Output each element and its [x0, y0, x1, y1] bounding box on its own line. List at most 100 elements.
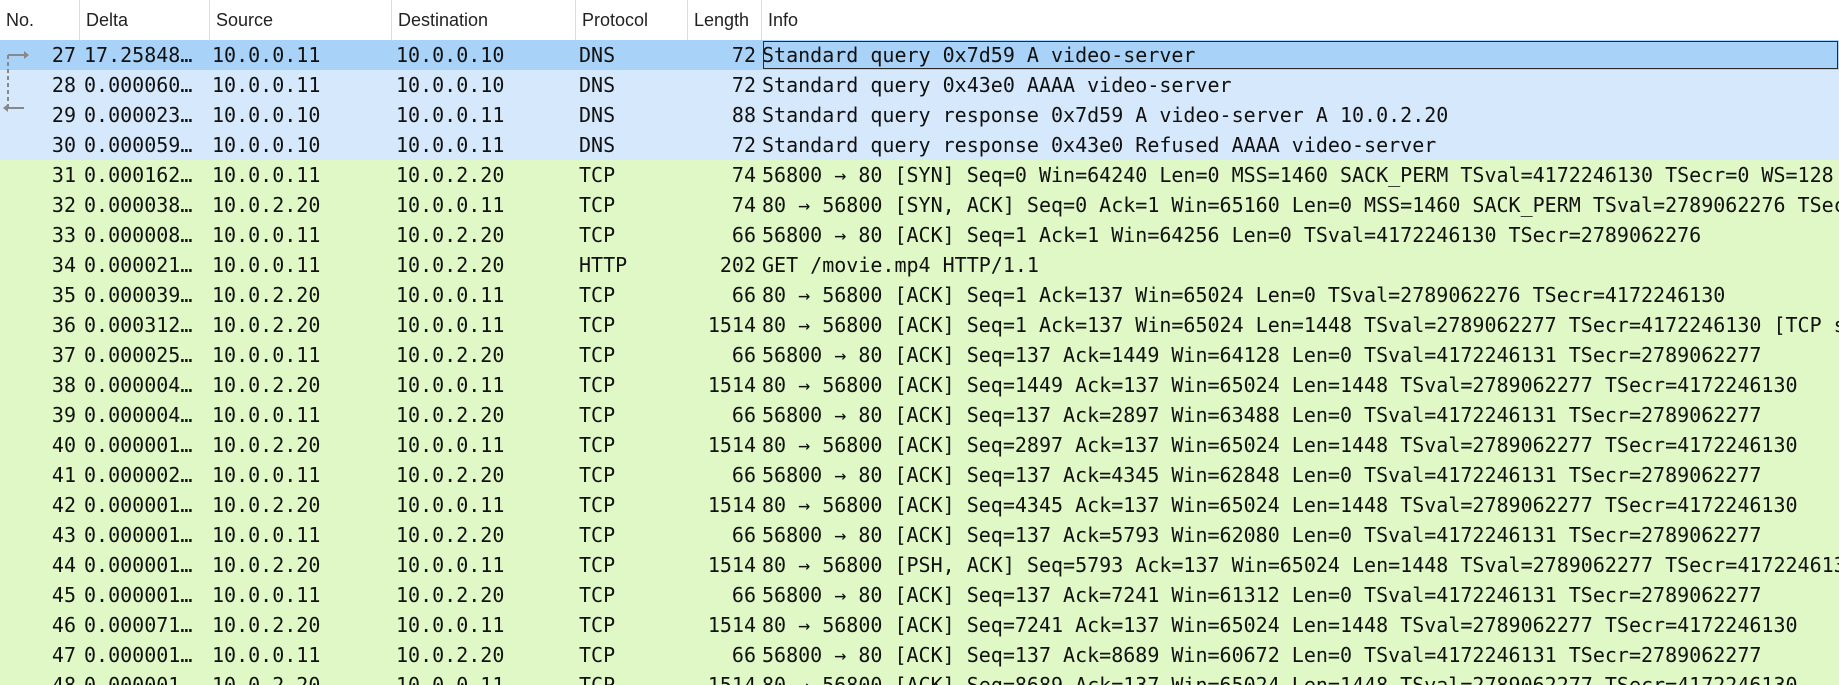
packet-source: 10.0.0.11 [212, 583, 321, 607]
packet-source: 10.0.2.20 [212, 193, 321, 217]
packet-length: 72 [731, 73, 756, 97]
column-header-protocol[interactable]: Protocol [576, 0, 688, 40]
packet-delta-time: 0.000071… [84, 613, 193, 637]
packet-info: 56800 → 80 [ACK] Seq=137 Ack=1449 Win=64… [762, 343, 1762, 367]
packet-destination: 10.0.2.20 [396, 583, 505, 607]
packet-destination: 10.0.2.20 [396, 253, 505, 277]
packet-row[interactable]: 41 0.000002… 10.0.0.11 10.0.2.20 TCP 66 56800 … [0, 460, 1839, 490]
packet-row[interactable]: 33 0.000008… 10.0.0.11 10.0.2.20 TCP 66 56800 … [0, 220, 1839, 250]
packet-row[interactable]: 39 0.000004… 10.0.0.11 10.0.2.20 TCP 66 56800 … [0, 400, 1839, 430]
packet-row[interactable]: 27 17.25848… 10.0.0.11 10.0.0.10 DNS 72 Standa… [0, 40, 1839, 70]
packet-row[interactable]: 43 0.000001… 10.0.0.11 10.0.2.20 TCP 66 56800 … [0, 520, 1839, 550]
packet-row[interactable]: 44 0.000001… 10.0.2.20 10.0.0.11 TCP 1514 80 →… [0, 550, 1839, 580]
packet-source: 10.0.0.10 [212, 103, 321, 127]
packet-source: 10.0.2.20 [212, 493, 321, 517]
packet-destination: 10.0.2.20 [396, 463, 505, 487]
packet-row[interactable]: 40 0.000001… 10.0.2.20 10.0.0.11 TCP 1514 80 →… [0, 430, 1839, 460]
packet-row[interactable]: 46 0.000071… 10.0.2.20 10.0.0.11 TCP 1514 80 →… [0, 610, 1839, 640]
packet-rows: 27 17.25848… 10.0.0.11 10.0.0.10 DNS 72 Standa… [0, 40, 1839, 685]
packet-delta-time: 0.000004… [84, 373, 193, 397]
column-header-length[interactable]: Length [688, 0, 762, 40]
packet-number: 44 [51, 553, 76, 577]
packet-source: 10.0.2.20 [212, 373, 321, 397]
packet-protocol: TCP [579, 493, 616, 517]
packet-length: 74 [731, 163, 756, 187]
packet-delta-time: 0.000039… [84, 283, 193, 307]
packet-info: Standard query 0x7d59 A video-server [762, 40, 1839, 70]
packet-protocol: TCP [579, 163, 616, 187]
packet-protocol: DNS [579, 43, 616, 67]
packet-row[interactable]: 34 0.000021… 10.0.0.11 10.0.2.20 HTTP 202 GET … [0, 250, 1839, 280]
column-header-no[interactable]: No. [0, 0, 80, 40]
packet-length: 66 [731, 283, 756, 307]
packet-number: 40 [51, 433, 76, 457]
packet-protocol: TCP [579, 223, 616, 247]
packet-delta-time: 0.000025… [84, 343, 193, 367]
packet-destination: 10.0.2.20 [396, 343, 505, 367]
packet-destination: 10.0.2.20 [396, 523, 505, 547]
packet-destination: 10.0.0.10 [396, 43, 505, 67]
packet-length: 1514 [707, 613, 756, 637]
packet-source: 10.0.2.20 [212, 673, 321, 685]
packet-destination: 10.0.0.11 [396, 553, 505, 577]
packet-number: 48 [51, 673, 76, 685]
column-header-delta[interactable]: Delta [80, 0, 210, 40]
packet-row[interactable]: 48 0.000001… 10.0.2.20 10.0.0.11 TCP 1514 80 →… [0, 670, 1839, 685]
packet-number: 41 [51, 463, 76, 487]
packet-destination: 10.0.0.11 [396, 313, 505, 337]
packet-delta-time: 0.000001… [84, 643, 193, 667]
packet-delta-time: 17.25848… [84, 43, 193, 67]
packet-protocol: TCP [579, 283, 616, 307]
packet-destination: 10.0.0.11 [396, 133, 505, 157]
packet-length: 1514 [707, 553, 756, 577]
packet-row[interactable]: 35 0.000039… 10.0.2.20 10.0.0.11 TCP 66 80 → 5… [0, 280, 1839, 310]
packet-row[interactable]: 37 0.000025… 10.0.0.11 10.0.2.20 TCP 66 56800 … [0, 340, 1839, 370]
packet-info: 80 → 56800 [ACK] Seq=2897 Ack=137 Win=65… [762, 433, 1798, 457]
packet-protocol: HTTP [579, 253, 628, 277]
packet-list[interactable]: No. Delta Source Destination Protocol Le… [0, 0, 1839, 685]
column-header-info[interactable]: Info [762, 0, 1839, 40]
packet-source: 10.0.2.20 [212, 283, 321, 307]
packet-destination: 10.0.0.11 [396, 613, 505, 637]
packet-source: 10.0.0.10 [212, 133, 321, 157]
packet-protocol: TCP [579, 343, 616, 367]
packet-source: 10.0.0.11 [212, 643, 321, 667]
packet-source: 10.0.0.11 [212, 163, 321, 187]
packet-number: 37 [51, 343, 76, 367]
packet-destination: 10.0.0.11 [396, 373, 505, 397]
column-header-destination[interactable]: Destination [392, 0, 576, 40]
packet-row[interactable]: 47 0.000001… 10.0.0.11 10.0.2.20 TCP 66 56800 … [0, 640, 1839, 670]
packet-number: 39 [51, 403, 76, 427]
packet-protocol: TCP [579, 463, 616, 487]
packet-row[interactable]: 36 0.000312… 10.0.2.20 10.0.0.11 TCP 1514 80 →… [0, 310, 1839, 340]
packet-protocol: TCP [579, 403, 616, 427]
packet-destination: 10.0.0.11 [396, 493, 505, 517]
packet-length: 74 [731, 193, 756, 217]
packet-length: 66 [731, 643, 756, 667]
packet-source: 10.0.2.20 [212, 613, 321, 637]
packet-delta-time: 0.000004… [84, 403, 193, 427]
packet-info: GET /movie.mp4 HTTP/1.1 [762, 253, 1039, 277]
packet-delta-time: 0.000023… [84, 103, 193, 127]
packet-destination: 10.0.0.11 [396, 673, 505, 685]
packet-number: 28 [51, 73, 76, 97]
column-header-row: No. Delta Source Destination Protocol Le… [0, 0, 1839, 41]
column-header-source[interactable]: Source [210, 0, 392, 40]
packet-destination: 10.0.0.11 [396, 283, 505, 307]
packet-source: 10.0.0.11 [212, 253, 321, 277]
packet-info: 80 → 56800 [SYN, ACK] Seq=0 Ack=1 Win=65… [762, 193, 1839, 217]
packet-row[interactable]: 30 0.000059… 10.0.0.10 10.0.0.11 DNS 72 Standa… [0, 130, 1839, 160]
packet-protocol: TCP [579, 433, 616, 457]
packet-number: 38 [51, 373, 76, 397]
packet-row[interactable]: 45 0.000001… 10.0.0.11 10.0.2.20 TCP 66 56800 … [0, 580, 1839, 610]
packet-row[interactable]: 42 0.000001… 10.0.2.20 10.0.0.11 TCP 1514 80 →… [0, 490, 1839, 520]
packet-row[interactable]: 38 0.000004… 10.0.2.20 10.0.0.11 TCP 1514 80 →… [0, 370, 1839, 400]
packet-row[interactable]: 28 0.000060… 10.0.0.11 10.0.0.10 DNS 72 Standa… [0, 70, 1839, 100]
packet-row[interactable]: 29 0.000023… 10.0.0.10 10.0.0.11 DNS 88 Standa… [0, 100, 1839, 130]
packet-row[interactable]: 32 0.000038… 10.0.2.20 10.0.0.11 TCP 74 80 → 5… [0, 190, 1839, 220]
packet-source: 10.0.0.11 [212, 343, 321, 367]
packet-source: 10.0.2.20 [212, 433, 321, 457]
packet-number: 36 [51, 313, 76, 337]
packet-row[interactable]: 31 0.000162… 10.0.0.11 10.0.2.20 TCP 74 56800 … [0, 160, 1839, 190]
packet-delta-time: 0.000038… [84, 193, 193, 217]
